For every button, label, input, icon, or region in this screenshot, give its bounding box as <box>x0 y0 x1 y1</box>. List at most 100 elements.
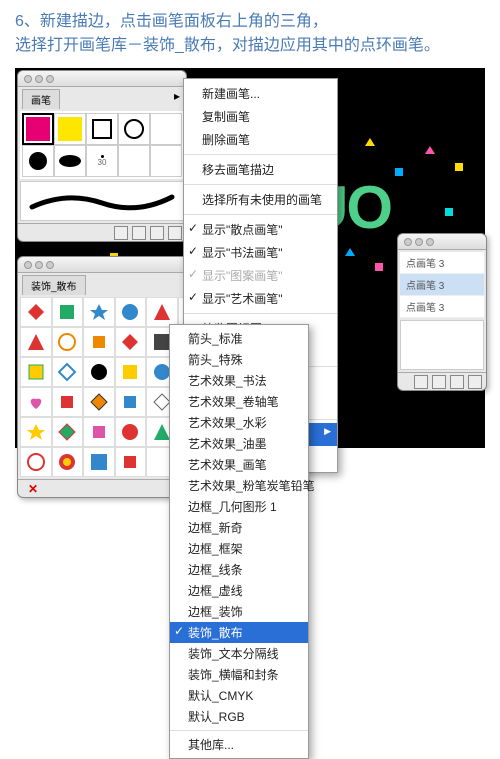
list-item[interactable]: 点画笔 3 <box>400 252 484 274</box>
menu-item[interactable]: 新建画笔... <box>184 82 337 105</box>
deco-swatch[interactable] <box>20 387 52 417</box>
deco-swatch[interactable] <box>20 327 52 357</box>
brush-swatch[interactable] <box>22 113 54 145</box>
deco-swatch[interactable] <box>83 297 115 327</box>
footer-icon[interactable] <box>468 375 482 389</box>
brush-swatch[interactable] <box>86 113 118 145</box>
panel-titlebar[interactable] <box>18 71 186 87</box>
brush-swatch[interactable] <box>150 113 182 145</box>
brush-swatch[interactable] <box>118 145 150 177</box>
confetti <box>455 163 463 171</box>
list-item[interactable]: 点画笔 3 <box>400 274 484 296</box>
submenu-item[interactable]: 边框_新奇 <box>170 517 308 538</box>
submenu-item[interactable]: 艺术效果_水彩 <box>170 412 308 433</box>
deco-swatch[interactable] <box>115 357 147 387</box>
deco-swatch[interactable] <box>52 417 84 447</box>
submenu-item[interactable]: 箭头_标准 <box>170 328 308 349</box>
brush-swatch[interactable] <box>150 145 182 177</box>
deco-swatch[interactable] <box>20 447 52 477</box>
menu-item[interactable]: 显示"散点画笔" <box>184 218 337 241</box>
submenu-item[interactable]: 默认_CMYK <box>170 685 308 706</box>
new-brush-icon[interactable] <box>150 226 164 240</box>
confetti <box>345 248 355 256</box>
brush-swatch[interactable] <box>118 113 150 145</box>
trash-icon[interactable] <box>168 226 182 240</box>
window-controls[interactable] <box>404 238 434 246</box>
brush-swatch[interactable] <box>54 113 86 145</box>
remove-stroke-icon[interactable] <box>114 226 128 240</box>
options-icon[interactable] <box>132 226 146 240</box>
menu-item[interactable]: 移去画笔描边 <box>184 158 337 181</box>
window-controls[interactable] <box>24 75 54 83</box>
submenu-item[interactable]: 艺术效果_粉笔炭笔铅笔 <box>170 475 308 496</box>
panel-footer <box>398 372 486 390</box>
right-list: 点画笔 3 点画笔 3 点画笔 3 <box>400 252 484 318</box>
deco-swatch[interactable] <box>52 387 84 417</box>
confetti <box>395 168 403 176</box>
deco-swatch[interactable] <box>146 297 178 327</box>
deco-swatch[interactable] <box>115 417 147 447</box>
deco-swatch[interactable] <box>115 387 147 417</box>
menu-item[interactable]: 显示"书法画笔" <box>184 241 337 264</box>
deco-swatch[interactable] <box>20 357 52 387</box>
deco-swatch[interactable] <box>83 327 115 357</box>
footer-icon[interactable] <box>414 375 428 389</box>
submenu-item[interactable]: 艺术效果_油墨 <box>170 433 308 454</box>
deco-swatch[interactable] <box>52 447 84 477</box>
menu-item[interactable]: 复制画笔 <box>184 105 337 128</box>
brush-panel: 画笔 ▸ 30 <box>17 70 187 242</box>
submenu-item[interactable]: 边框_几何图形 1 <box>170 496 308 517</box>
submenu-item[interactable]: 艺术效果_画笔 <box>170 454 308 475</box>
submenu-item[interactable]: 艺术效果_书法 <box>170 370 308 391</box>
deco-swatch[interactable] <box>115 447 147 477</box>
submenu-item[interactable]: 边框_线条 <box>170 559 308 580</box>
cancel-icon[interactable]: ✕ <box>22 480 44 498</box>
confetti <box>425 146 435 154</box>
submenu-item[interactable]: 装饰_横幅和封条 <box>170 664 308 685</box>
deco-swatch[interactable] <box>20 417 52 447</box>
brush-swatch[interactable]: 30 <box>86 145 118 177</box>
brush-swatch[interactable] <box>54 145 86 177</box>
right-preview <box>400 320 484 370</box>
deco-swatch[interactable] <box>83 387 115 417</box>
menu-item[interactable]: 选择所有未使用的画笔 <box>184 188 337 211</box>
submenu-item[interactable]: 装饰_文本分隔线 <box>170 643 308 664</box>
submenu-item-other[interactable]: 其他库... <box>170 734 308 755</box>
brush-library-submenu: 箭头_标准箭头_特殊艺术效果_书法艺术效果_卷轴笔艺术效果_水彩艺术效果_油墨艺… <box>169 324 309 759</box>
deco-swatch[interactable] <box>52 297 84 327</box>
menu-item[interactable]: 删除画笔 <box>184 128 337 151</box>
deco-swatch[interactable] <box>115 297 147 327</box>
deco-swatch[interactable] <box>83 417 115 447</box>
list-item[interactable]: 点画笔 3 <box>400 296 484 318</box>
deco-swatch[interactable] <box>52 357 84 387</box>
submenu-item[interactable]: 箭头_特殊 <box>170 349 308 370</box>
submenu-item[interactable]: 艺术效果_卷轴笔 <box>170 391 308 412</box>
confetti <box>375 263 383 271</box>
submenu-item[interactable]: 边框_虚线 <box>170 580 308 601</box>
deco-swatch[interactable] <box>20 297 52 327</box>
window-controls[interactable] <box>24 261 54 269</box>
brush-tab[interactable]: 画笔 <box>22 89 60 109</box>
deco-swatch[interactable] <box>52 327 84 357</box>
confetti <box>365 138 375 146</box>
submenu-item[interactable]: 默认_RGB <box>170 706 308 727</box>
submenu-item[interactable]: 边框_装饰 <box>170 601 308 622</box>
canvas: UO 画笔 ▸ 30 <box>15 68 485 448</box>
stroke-preview <box>20 181 184 221</box>
panel-titlebar[interactable] <box>398 234 486 250</box>
deco-tab[interactable]: 装饰_散布 <box>22 275 86 295</box>
footer-icon[interactable] <box>450 375 464 389</box>
submenu-item[interactable]: 装饰_散布 <box>170 622 308 643</box>
menu-item[interactable]: 显示"图案画笔" <box>184 264 337 287</box>
menu-item[interactable]: 显示"艺术画笔" <box>184 287 337 310</box>
right-panel: 点画笔 3 点画笔 3 点画笔 3 <box>397 233 487 391</box>
confetti <box>445 208 453 216</box>
deco-swatch[interactable] <box>115 327 147 357</box>
deco-swatch[interactable] <box>83 357 115 387</box>
brush-swatch[interactable] <box>22 145 54 177</box>
instruction-text: 6、新建描边，点击画笔面板右上角的三角， 选择打开画笔库－装饰_散布，对描边应用… <box>0 0 500 63</box>
submenu-item[interactable]: 边框_框架 <box>170 538 308 559</box>
footer-icon[interactable] <box>432 375 446 389</box>
deco-swatch[interactable] <box>83 447 115 477</box>
step-number: 6、 <box>15 13 40 30</box>
